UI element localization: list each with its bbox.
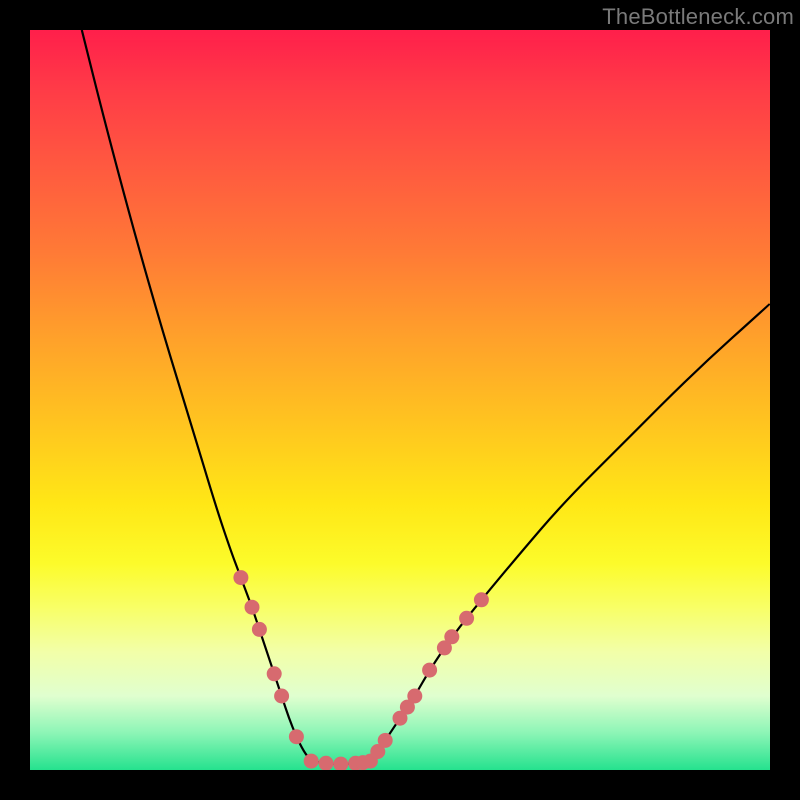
curve-markers <box>233 570 489 770</box>
data-marker <box>274 689 289 704</box>
data-marker <box>289 729 304 744</box>
data-marker <box>407 689 422 704</box>
data-marker <box>474 592 489 607</box>
bottleneck-curve <box>82 30 770 764</box>
data-marker <box>319 756 334 770</box>
data-marker <box>267 666 282 681</box>
data-marker <box>422 663 437 678</box>
data-marker <box>233 570 248 585</box>
watermark-text: TheBottleneck.com <box>602 4 794 30</box>
data-marker <box>245 600 260 615</box>
data-marker <box>252 622 267 637</box>
plot-area <box>30 30 770 770</box>
data-marker <box>444 629 459 644</box>
chart-frame: TheBottleneck.com <box>0 0 800 800</box>
data-marker <box>333 757 348 770</box>
curve-svg <box>30 30 770 770</box>
data-marker <box>378 733 393 748</box>
data-marker <box>304 754 319 769</box>
data-marker <box>459 611 474 626</box>
